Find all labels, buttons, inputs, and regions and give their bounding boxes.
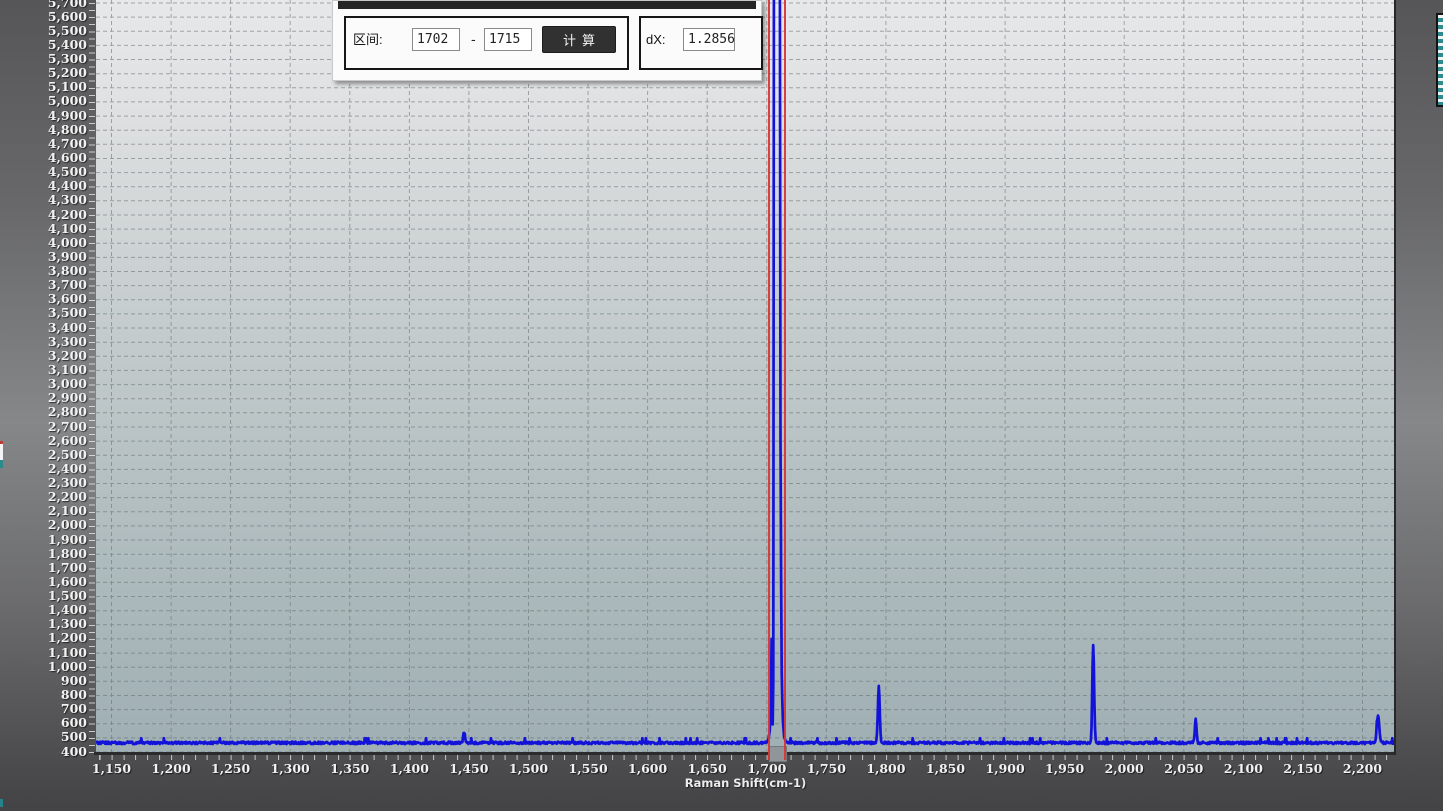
y-tick-label: 2,400 (0, 462, 87, 476)
y-tick-label: 400 (0, 745, 87, 759)
y-tick-label: 4,800 (0, 123, 87, 137)
y-tick-label: 4,100 (0, 222, 87, 236)
x-tick-label: 1,900 (973, 762, 1037, 776)
clipped-panel-right (1436, 13, 1443, 107)
y-tick-label: 2,200 (0, 490, 87, 504)
x-tick-label: 1,600 (616, 762, 680, 776)
x-tick-label: 1,500 (497, 762, 561, 776)
y-tick-label: 3,500 (0, 306, 87, 320)
y-tick-label: 5,200 (0, 66, 87, 80)
y-tick-label: 5,400 (0, 38, 87, 52)
x-axis-line (94, 752, 1396, 755)
spectrum-analyzer-window: 4005006007008009001,0001,1001,2001,3001,… (0, 0, 1443, 811)
y-tick-label: 900 (0, 674, 87, 688)
x-tick-label: 1,350 (318, 762, 382, 776)
y-tick-label: 3,000 (0, 377, 87, 391)
y-tick-label: 1,500 (0, 589, 87, 603)
x-axis-title: Raman Shift(cm-1) (96, 776, 1395, 790)
x-tick-label: 2,000 (1092, 762, 1156, 776)
y-tick-label: 500 (0, 730, 87, 744)
y-tick-label: 3,600 (0, 292, 87, 306)
y-tick-label: 2,600 (0, 434, 87, 448)
clipped-panel-left (0, 441, 3, 468)
y-tick-label: 3,400 (0, 321, 87, 335)
y-tick-label: 3,900 (0, 250, 87, 264)
x-tick-label: 1,700 (735, 762, 799, 776)
y-tick-label: 3,100 (0, 363, 87, 377)
x-tick-label: 1,750 (794, 762, 858, 776)
interval-marker-line[interactable] (784, 0, 786, 760)
y-tick-label: 1,600 (0, 575, 87, 589)
interval-marker-line[interactable] (768, 0, 770, 760)
y-tick-label: 4,300 (0, 193, 87, 207)
y-tick-label: 2,100 (0, 504, 87, 518)
x-tick-label: 1,550 (556, 762, 620, 776)
y-tick-label: 5,100 (0, 80, 87, 94)
x-tick-label: 1,200 (139, 762, 203, 776)
y-tick-label: 2,000 (0, 518, 87, 532)
x-tick-label: 2,050 (1152, 762, 1216, 776)
y-tick-label: 4,000 (0, 236, 87, 250)
y-tick-label: 5,300 (0, 52, 87, 66)
dx-result-input[interactable] (683, 28, 735, 51)
y-tick-label: 1,400 (0, 603, 87, 617)
spectrum-trace (96, 0, 1395, 744)
y-tick-label: 1,000 (0, 660, 87, 674)
y-tick-label: 4,500 (0, 165, 87, 179)
dx-label: dX: (646, 31, 666, 49)
y-tick-label: 5,000 (0, 94, 87, 108)
x-tick-label: 1,950 (1033, 762, 1097, 776)
y-tick-label: 1,700 (0, 561, 87, 575)
y-tick-label: 3,800 (0, 264, 87, 278)
x-tick-label: 1,800 (854, 762, 918, 776)
y-tick-label: 1,800 (0, 547, 87, 561)
interval-from-input[interactable] (412, 28, 460, 51)
interval-measure-dialog: 区间: - 计算 dX: (332, 0, 762, 81)
x-tick-label: 1,250 (199, 762, 263, 776)
y-tick-label: 5,600 (0, 10, 87, 24)
calculate-button[interactable]: 计算 (542, 26, 616, 53)
y-tick-label: 600 (0, 716, 87, 730)
y-tick-label: 800 (0, 688, 87, 702)
y-tick-label: 1,100 (0, 646, 87, 660)
interval-separator: - (471, 30, 476, 48)
y-tick-label: 700 (0, 702, 87, 716)
y-tick-label: 3,200 (0, 349, 87, 363)
interval-to-input[interactable] (484, 28, 532, 51)
x-tick-label: 1,400 (377, 762, 441, 776)
y-tick-label: 3,300 (0, 335, 87, 349)
y-tick-label: 4,200 (0, 208, 87, 222)
y-tick-label: 1,300 (0, 617, 87, 631)
raman-spectrum-chart[interactable] (96, 0, 1395, 752)
grid-lines (96, 0, 1395, 752)
dialog-titlebar[interactable] (338, 1, 756, 9)
y-tick-label: 2,900 (0, 391, 87, 405)
y-tick-label: 5,500 (0, 24, 87, 38)
x-tick-label: 2,200 (1331, 762, 1395, 776)
x-tick-label: 1,650 (675, 762, 739, 776)
y-tick-label: 2,800 (0, 405, 87, 419)
y-axis-minor-ticks (89, 0, 95, 753)
y-tick-label: 1,200 (0, 631, 87, 645)
y-tick-label: 2,500 (0, 448, 87, 462)
y-tick-label: 2,700 (0, 420, 87, 434)
y-tick-label: 1,900 (0, 533, 87, 547)
y-tick-label: 2,300 (0, 476, 87, 490)
y-tick-label: 5,700 (0, 0, 87, 10)
x-tick-label: 2,150 (1271, 762, 1335, 776)
y-tick-label: 3,700 (0, 278, 87, 292)
x-tick-label: 1,300 (258, 762, 322, 776)
x-tick-label: 1,150 (80, 762, 144, 776)
y-tick-label: 4,700 (0, 137, 87, 151)
y-tick-label: 4,600 (0, 151, 87, 165)
x-tick-label: 1,450 (437, 762, 501, 776)
y-tick-label: 4,900 (0, 109, 87, 123)
plot-right-border (1394, 0, 1396, 755)
x-tick-label: 1,850 (914, 762, 978, 776)
x-tick-label: 2,100 (1211, 762, 1275, 776)
y-tick-label: 4,400 (0, 179, 87, 193)
interval-label: 区间: (353, 31, 383, 49)
clipped-corner-bottom-left (0, 799, 3, 807)
